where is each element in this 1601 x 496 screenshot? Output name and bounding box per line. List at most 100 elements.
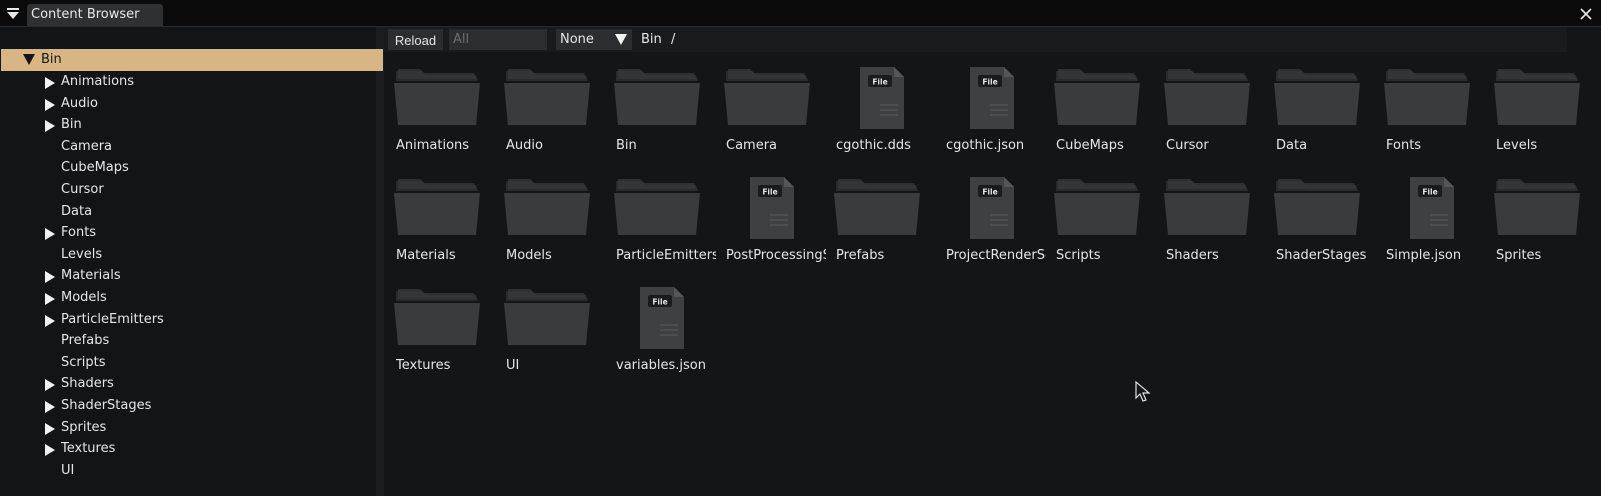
item-label: Levels <box>1496 138 1538 153</box>
content-pane: Reload None Bin / Animations Audio Bin C… <box>384 27 1601 496</box>
folder-item[interactable]: Textures <box>388 277 492 381</box>
breadcrumb-item-bin[interactable]: Bin <box>641 29 662 50</box>
folder-item[interactable]: Data <box>1268 57 1372 161</box>
item-label: Prefabs <box>836 248 885 263</box>
file-icon: File <box>640 287 684 349</box>
folder-item[interactable]: Bin <box>608 57 712 161</box>
tree-item-shaderstages[interactable]: ShaderStages <box>0 395 376 417</box>
triangle-right-icon[interactable] <box>45 98 55 111</box>
folder-item[interactable]: ParticleEmitters <box>608 167 716 271</box>
toolbar: Reload None Bin / <box>384 27 1567 52</box>
tree-item-fonts[interactable]: Fonts <box>0 222 376 244</box>
item-label: ParticleEmitters <box>616 248 716 263</box>
item-label: Scripts <box>1056 248 1101 263</box>
folder-icon <box>394 69 480 125</box>
folder-icon <box>394 179 480 235</box>
item-label: UI <box>506 358 520 373</box>
close-icon[interactable] <box>1578 6 1594 22</box>
tree-item-animations[interactable]: Animations <box>0 71 376 93</box>
triangle-right-icon[interactable] <box>45 401 55 413</box>
triangle-right-icon[interactable] <box>45 422 55 435</box>
folder-item[interactable]: Animations <box>388 57 492 161</box>
file-icon: File <box>1410 177 1454 239</box>
item-label: Cursor <box>1166 138 1209 153</box>
filter-input[interactable] <box>449 29 547 50</box>
tree-item-label: Sprites <box>61 419 107 435</box>
folder-item[interactable]: Cursor <box>1158 57 1262 161</box>
tree-item-audio[interactable]: Audio <box>0 93 376 115</box>
svg-text:File: File <box>982 78 997 87</box>
tree-item-label: Textures <box>61 441 116 457</box>
folder-icon <box>1274 179 1360 235</box>
file-item[interactable]: File ProjectRenderSe <box>938 167 1046 271</box>
triangle-right-icon[interactable] <box>45 77 55 89</box>
triangle-right-icon[interactable] <box>45 228 55 241</box>
tree-item-ui[interactable]: UI <box>0 460 376 482</box>
file-item[interactable]: File Simple.json <box>1378 167 1482 271</box>
folder-item[interactable]: Audio <box>498 57 602 161</box>
tree-item-materials[interactable]: Materials <box>0 265 376 287</box>
tree-item-camera[interactable]: Camera <box>0 136 376 158</box>
folder-item[interactable]: ShaderStages <box>1268 167 1372 271</box>
item-label: Materials <box>396 248 456 263</box>
folder-item[interactable]: Levels <box>1488 57 1592 161</box>
file-item[interactable]: File variables.json <box>608 277 712 381</box>
reload-button[interactable]: Reload <box>388 29 443 50</box>
triangle-right-icon[interactable] <box>45 379 55 392</box>
tree-item-bin[interactable]: Bin <box>0 114 376 136</box>
file-item[interactable]: File cgothic.dds <box>828 57 932 161</box>
tree-item-sprites[interactable]: Sprites <box>0 417 376 439</box>
item-label: Sprites <box>1496 248 1542 263</box>
folder-item[interactable]: CubeMaps <box>1048 57 1152 161</box>
triangle-right-icon[interactable] <box>45 444 55 457</box>
item-label: PostProcessingS <box>726 248 826 263</box>
folder-item[interactable]: Shaders <box>1158 167 1262 271</box>
folder-item[interactable]: Sprites <box>1488 167 1592 271</box>
sort-dropdown[interactable]: None <box>556 29 632 50</box>
folder-tree: Bin Animations Audio Bin Camera CubeMaps Curs… <box>0 27 384 496</box>
file-item[interactable]: File cgothic.json <box>938 57 1042 161</box>
folder-item[interactable]: Models <box>498 167 602 271</box>
tree-item-models[interactable]: Models <box>0 287 376 309</box>
tree-item-levels[interactable]: Levels <box>0 244 376 266</box>
breadcrumb-separator: / <box>671 32 676 47</box>
triangle-right-icon[interactable] <box>45 314 55 327</box>
tree-item-textures[interactable]: Textures <box>0 438 376 460</box>
item-label: cgothic.json <box>946 138 1025 153</box>
tree-item-root[interactable]: Bin <box>1 49 383 71</box>
folder-item[interactable]: Scripts <box>1048 167 1152 271</box>
folder-icon <box>504 69 590 125</box>
item-label: ProjectRenderSe <box>946 248 1046 263</box>
tree-item-scripts[interactable]: Scripts <box>0 352 376 374</box>
tree-item-prefabs[interactable]: Prefabs <box>0 330 376 352</box>
folder-icon <box>1494 69 1580 125</box>
folder-item[interactable]: Camera <box>718 57 822 161</box>
item-label: Bin <box>616 138 637 153</box>
triangle-right-icon[interactable] <box>45 271 55 284</box>
triangle-down-icon[interactable] <box>4 5 22 21</box>
folder-item[interactable]: Materials <box>388 167 492 271</box>
triangle-down-icon[interactable] <box>23 54 35 65</box>
folder-icon <box>724 69 810 125</box>
file-icon: File <box>750 177 794 239</box>
folder-item[interactable]: Fonts <box>1378 57 1482 161</box>
folder-item[interactable]: UI <box>498 277 602 381</box>
triangle-right-icon[interactable] <box>45 293 55 305</box>
svg-text:File: File <box>1422 188 1437 197</box>
triangle-right-icon[interactable] <box>45 120 55 133</box>
tree-item-shaders[interactable]: Shaders <box>0 373 376 395</box>
tree-item-label: ShaderStages <box>61 398 152 413</box>
file-item[interactable]: File PostProcessingS <box>718 167 826 271</box>
tree-item-cursor[interactable]: Cursor <box>0 179 376 201</box>
tree-item-particleemitters[interactable]: ParticleEmitters <box>0 309 376 331</box>
tree-item-cubemaps[interactable]: CubeMaps <box>0 157 376 179</box>
folder-item[interactable]: Prefabs <box>828 167 932 271</box>
folder-icon <box>614 179 700 235</box>
item-label: ShaderStages <box>1276 248 1367 263</box>
tree-item-label: Cursor <box>61 182 104 197</box>
tree-item-label: Audio <box>61 95 98 111</box>
tree-item-label: ParticleEmitters <box>61 311 164 327</box>
tab-content-browser[interactable]: Content Browser <box>27 4 163 26</box>
tree-item-label: CubeMaps <box>61 160 129 176</box>
tree-item-data[interactable]: Data <box>0 201 376 223</box>
